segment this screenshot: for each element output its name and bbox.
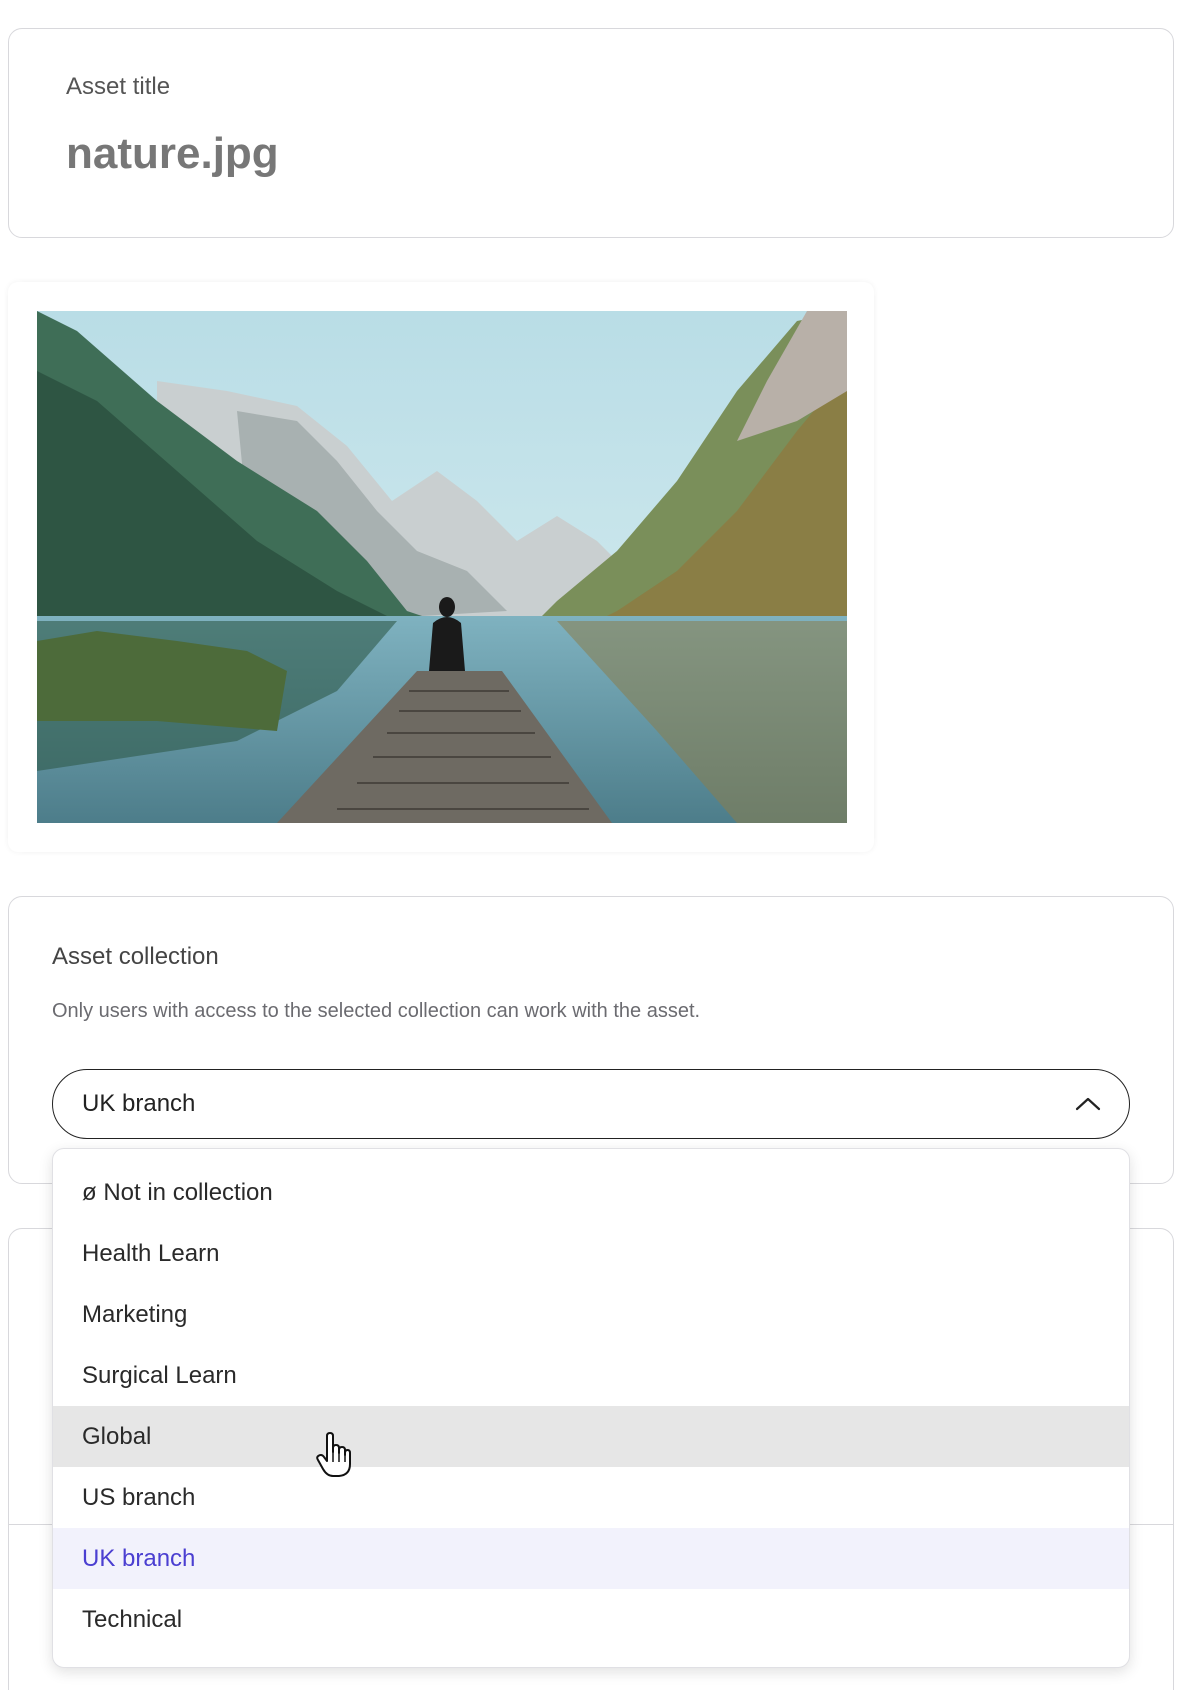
asset-collection-card: Asset collection Only users with access … <box>8 896 1174 1184</box>
hand-pointer-icon <box>316 1432 351 1477</box>
option-technical[interactable]: Technical <box>53 1589 1129 1650</box>
asset-preview-image <box>37 311 847 823</box>
asset-preview-card <box>8 282 874 852</box>
asset-edit-page: Asset title nature.jpg Asset collection … <box>0 0 1185 1690</box>
option-not-in-collection[interactable]: ø Not in collection <box>53 1162 1129 1223</box>
option-surgical-learn[interactable]: Surgical Learn <box>53 1345 1129 1406</box>
option-health-learn[interactable]: Health Learn <box>53 1223 1129 1284</box>
collection-select-value: UK branch <box>82 1090 196 1117</box>
option-us-branch[interactable]: US branch <box>53 1467 1129 1528</box>
asset-collection-label: Asset collection <box>52 943 219 970</box>
option-uk-branch[interactable]: UK branch <box>53 1528 1129 1589</box>
asset-title-value[interactable]: nature.jpg <box>66 129 279 179</box>
chevron-up-icon <box>1075 1097 1101 1111</box>
asset-title-card: Asset title nature.jpg <box>8 28 1174 238</box>
collection-dropdown-menu: ø Not in collection Health Learn Marketi… <box>52 1148 1130 1668</box>
option-global[interactable]: Global <box>53 1406 1129 1467</box>
asset-collection-help-text: Only users with access to the selected c… <box>52 1000 701 1022</box>
option-marketing[interactable]: Marketing <box>53 1284 1129 1345</box>
asset-title-label: Asset title <box>66 73 171 100</box>
collection-select[interactable]: UK branch <box>52 1069 1130 1139</box>
